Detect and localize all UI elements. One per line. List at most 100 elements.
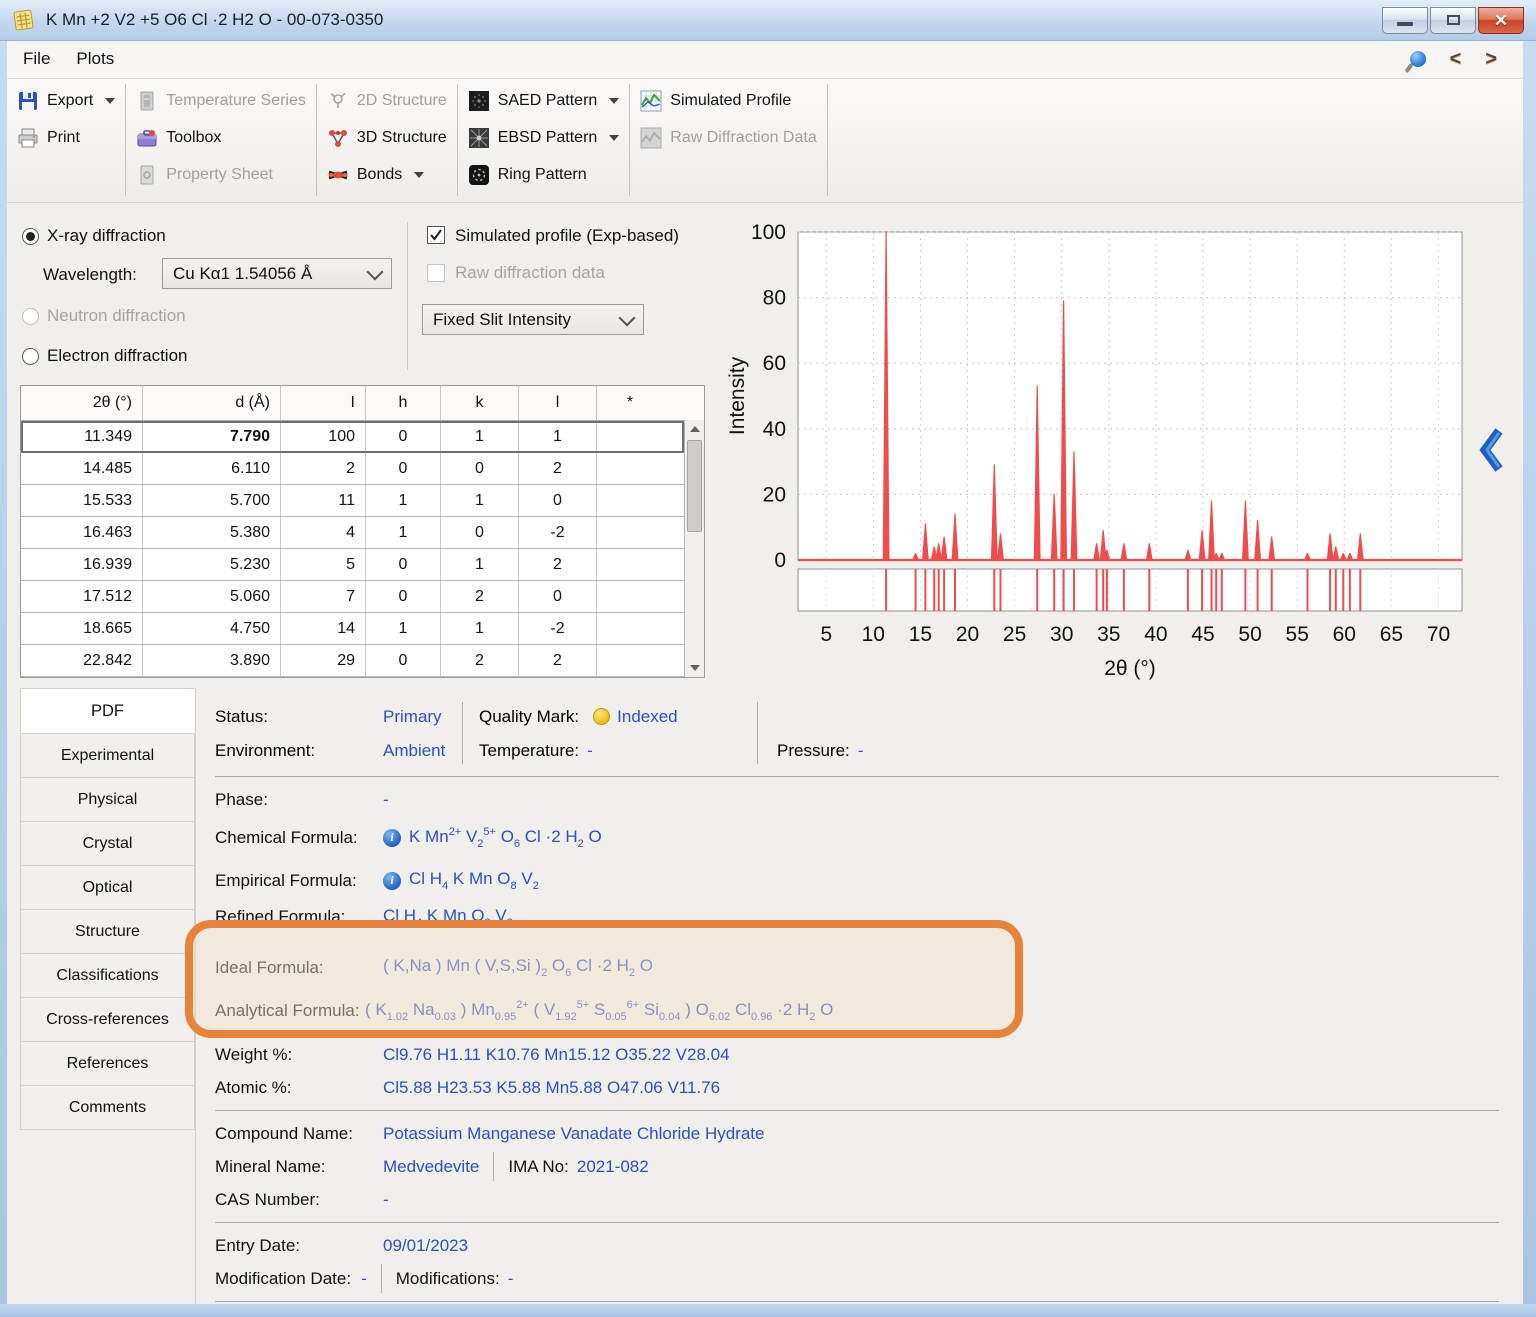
column-header[interactable]: I xyxy=(281,386,366,420)
pin-icon[interactable] xyxy=(1410,51,1426,67)
svg-text:2θ (°): 2θ (°) xyxy=(1104,657,1156,680)
scroll-up-button[interactable] xyxy=(685,420,704,438)
menu-file[interactable]: File xyxy=(23,49,50,69)
info-icon[interactable]: i xyxy=(383,829,401,847)
analytical-formula-row: Analytical Formula: ( K1.02 Na0.03 ) Mn0… xyxy=(215,989,1517,1032)
column-header[interactable]: l xyxy=(519,386,597,420)
separator xyxy=(215,776,1499,777)
ebsd-pattern-button[interactable]: EBSD Pattern xyxy=(468,123,620,153)
table-row[interactable]: 17.5125.0607020 xyxy=(21,581,684,613)
analytical-formula-label: Analytical Formula: xyxy=(215,1001,365,1021)
nav-back-arrow[interactable]: < xyxy=(1450,48,1462,71)
application-window: K Mn +2 V2 +5 O6 Cl ·2 H2 O - 00-073-035… xyxy=(0,0,1536,1317)
compound-name-value: Potassium Manganese Vanadate Chloride Hy… xyxy=(383,1124,764,1144)
scrollbar-track[interactable] xyxy=(685,534,704,659)
temperature-series-button[interactable]: Temperature Series xyxy=(136,86,306,116)
status-block: Status: Primary Environment: Ambient Qua… xyxy=(215,698,1517,770)
column-header[interactable]: 2θ (°) xyxy=(21,386,143,420)
table-row[interactable]: 11.3497.790100011 xyxy=(21,421,684,453)
refined-formula-row: Refined Formula: Cl H4 K Mn O8 V2 xyxy=(215,902,1517,932)
wavelength-select[interactable]: Cu Kα1 1.54056 Å xyxy=(162,258,392,289)
table-cell: 22.842 xyxy=(21,645,143,676)
tab-classifications[interactable]: Classifications xyxy=(20,954,195,998)
refined-formula-value: Cl H4 K Mn O8 V2 xyxy=(383,906,513,929)
electron-diffraction-radio[interactable] xyxy=(22,348,39,365)
scroll-down-button[interactable] xyxy=(685,659,704,677)
caret-down-icon xyxy=(609,98,619,104)
tab-optical[interactable]: Optical xyxy=(20,866,195,910)
diffraction-chart[interactable]: 020406080100Intensity5101520253035404550… xyxy=(718,218,1478,685)
xray-diffraction-radio[interactable] xyxy=(22,228,39,245)
table-row[interactable]: 16.4635.380410-2 xyxy=(21,517,684,549)
table-cell: 4.750 xyxy=(143,613,281,644)
table-cell: -2 xyxy=(519,517,597,548)
tab-comments[interactable]: Comments xyxy=(20,1086,195,1130)
xray-diffraction-label: X-ray diffraction xyxy=(47,226,166,246)
temperature-value: - xyxy=(587,741,593,761)
tab-structure[interactable]: Structure xyxy=(20,910,195,954)
neutron-diffraction-radio[interactable] xyxy=(22,308,39,325)
empirical-formula-label: Empirical Formula: xyxy=(215,871,383,891)
tab-cross-references[interactable]: Cross-references xyxy=(20,998,195,1042)
column-header[interactable]: d (Å) xyxy=(143,386,281,420)
column-header[interactable]: h xyxy=(366,386,441,420)
close-button[interactable]: ✕ xyxy=(1478,7,1524,34)
detail-panel: Status: Primary Environment: Ambient Qua… xyxy=(195,688,1517,1304)
tab-experimental[interactable]: Experimental xyxy=(20,734,195,778)
diffraction-pattern-plot[interactable]: 020406080100Intensity5101520253035404550… xyxy=(718,218,1478,680)
separator xyxy=(215,1110,1499,1111)
title-bar[interactable]: K Mn +2 V2 +5 O6 Cl ·2 H2 O - 00-073-035… xyxy=(0,0,1536,41)
modification-date-value: - xyxy=(361,1269,367,1289)
3d-structure-button[interactable]: 3D Structure xyxy=(327,123,447,153)
maximize-button[interactable] xyxy=(1430,7,1476,34)
sidebar-tabs: PDFExperimentalPhysicalCrystalOpticalStr… xyxy=(20,688,196,1304)
caret-down-icon xyxy=(105,98,115,104)
raw-diffraction-data-button[interactable]: Raw Diffraction Data xyxy=(640,123,816,153)
tab-physical[interactable]: Physical xyxy=(20,778,195,822)
svg-text:30: 30 xyxy=(1050,623,1073,646)
export-button[interactable]: Export xyxy=(17,86,115,116)
peak-table-body: 11.3497.79010001114.4856.110200215.5335.… xyxy=(21,421,684,677)
table-cell xyxy=(597,421,663,452)
scrollbar-thumb[interactable] xyxy=(687,440,702,532)
2d-structure-button[interactable]: 2D Structure xyxy=(327,86,447,116)
column-header[interactable]: * xyxy=(597,386,663,420)
weight-percent-value: Cl9.76 H1.11 K10.76 Mn15.12 O35.22 V28.0… xyxy=(383,1045,730,1065)
table-row[interactable]: 15.5335.70011110 xyxy=(21,485,684,517)
saed-pattern-button[interactable]: SAED Pattern xyxy=(468,86,620,116)
table-row[interactable]: 18.6654.7501411-2 xyxy=(21,613,684,645)
bonds-button[interactable]: Bonds xyxy=(327,160,447,190)
menu-plots[interactable]: Plots xyxy=(76,49,114,69)
table-row[interactable]: 14.4856.1102002 xyxy=(21,453,684,485)
simulated-profile-button[interactable]: Simulated Profile xyxy=(640,86,816,116)
table-scrollbar[interactable] xyxy=(684,420,704,677)
property-sheet-button[interactable]: Property Sheet xyxy=(136,160,306,190)
svg-text:45: 45 xyxy=(1191,623,1214,646)
temperature-series-icon xyxy=(136,90,158,112)
raw-diffraction-checkbox[interactable] xyxy=(427,264,445,282)
modifications-value: - xyxy=(508,1269,514,1289)
floppy-disk-icon xyxy=(17,90,39,112)
minimize-button[interactable] xyxy=(1382,7,1428,34)
slit-intensity-select[interactable]: Fixed Slit Intensity xyxy=(422,304,644,335)
table-cell: 7 xyxy=(281,581,366,612)
toolbox-button[interactable]: Toolbox xyxy=(136,123,306,153)
table-row[interactable]: 22.8423.89029022 xyxy=(21,645,684,677)
table-cell: 29 xyxy=(281,645,366,676)
table-row[interactable]: 16.9395.2305012 xyxy=(21,549,684,581)
tab-crystal[interactable]: Crystal xyxy=(20,822,195,866)
ring-pattern-button[interactable]: Ring Pattern xyxy=(468,160,620,190)
table-cell: 2 xyxy=(441,581,519,612)
collapse-panel-chevron[interactable] xyxy=(1477,426,1507,476)
table-cell xyxy=(597,613,663,644)
nav-forward-arrow[interactable]: > xyxy=(1485,48,1497,71)
simulated-profile-checkbox[interactable] xyxy=(427,226,445,244)
tab-pdf[interactable]: PDF xyxy=(20,688,195,734)
svg-text:55: 55 xyxy=(1286,623,1309,646)
info-icon[interactable]: i xyxy=(383,872,401,890)
print-button[interactable]: Print xyxy=(17,123,115,153)
menu-bar: File Plots < > xyxy=(7,40,1523,79)
table-cell: 0 xyxy=(441,517,519,548)
column-header[interactable]: k xyxy=(441,386,519,420)
tab-references[interactable]: References xyxy=(20,1042,195,1086)
